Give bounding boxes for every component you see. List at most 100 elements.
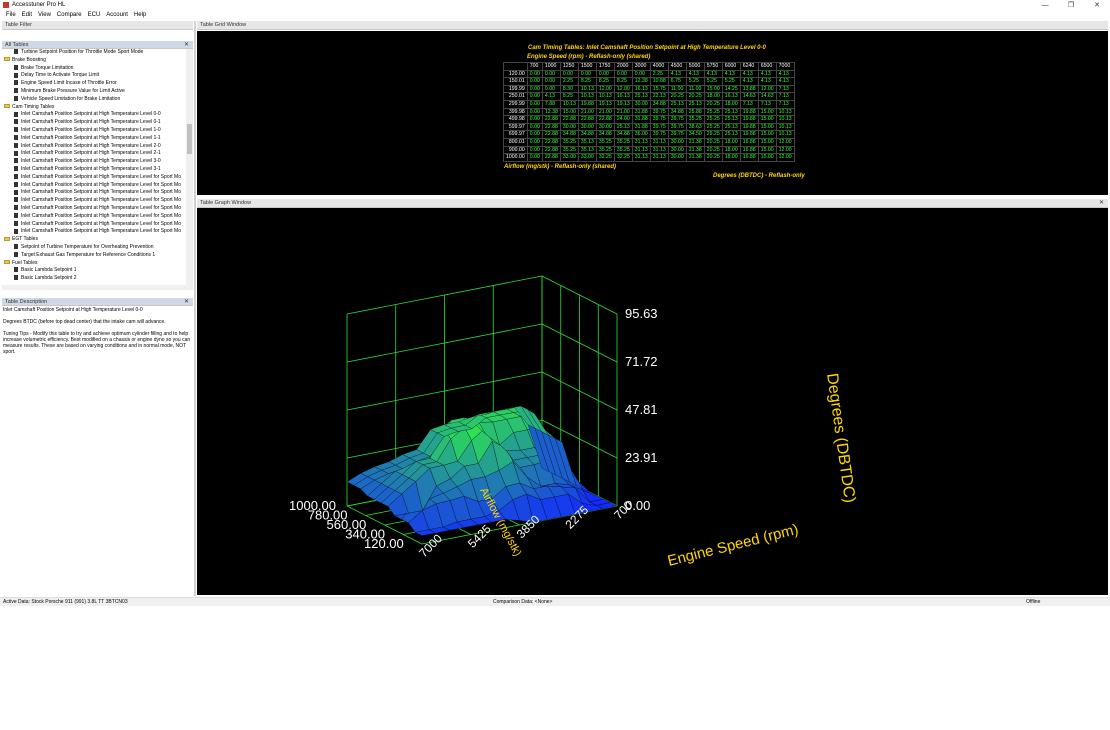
grid-cell[interactable]: 15.75 bbox=[649, 84, 669, 94]
tree-item[interactable]: Inlet Camshaft Position Setpoint at High… bbox=[2, 182, 193, 190]
tree-item[interactable]: Minimum Brake Pressure Value for Limit A… bbox=[2, 88, 193, 96]
grid-cell[interactable]: 13.88 bbox=[739, 84, 759, 94]
tree-item[interactable]: Inlet Camshaft Position Setpoint at High… bbox=[2, 111, 193, 119]
grid-cell[interactable]: 0.00 bbox=[526, 77, 543, 86]
grid-cell[interactable]: 35.25 bbox=[559, 145, 579, 155]
grid-cell[interactable]: 0.00 bbox=[577, 69, 597, 79]
menu-compare[interactable]: Compare bbox=[54, 11, 85, 20]
grid-cell[interactable]: 24.00 bbox=[613, 115, 633, 124]
grid-cell[interactable]: 4.13 bbox=[703, 69, 723, 79]
grid-cell[interactable]: 4.13 bbox=[775, 77, 795, 86]
vertical-splitter[interactable] bbox=[194, 21, 196, 596]
grid-cell[interactable]: 2.25 bbox=[649, 69, 669, 79]
grid-cell[interactable]: 12.00 bbox=[775, 137, 795, 147]
tree-scroll-thumb[interactable] bbox=[187, 124, 192, 154]
grid-cell[interactable]: 12.00 bbox=[775, 153, 795, 162]
grid-cell[interactable]: 25.13 bbox=[631, 92, 651, 101]
tree-horizontal-scrollbar[interactable] bbox=[2, 285, 193, 290]
close-icon[interactable]: ✕ bbox=[184, 41, 189, 49]
grid-cell[interactable]: 19.88 bbox=[739, 122, 759, 132]
tree-item[interactable]: Inlet Camshaft Position Setpoint at High… bbox=[2, 221, 193, 229]
grid-cell[interactable]: 18.00 bbox=[721, 99, 741, 109]
grid-cell[interactable]: 14.63 bbox=[757, 92, 777, 101]
grid-cell[interactable]: 10.13 bbox=[595, 92, 615, 101]
grid-cell[interactable]: 31.13 bbox=[649, 145, 669, 155]
tree-item[interactable]: Inlet Camshaft Position Setpoint at High… bbox=[2, 150, 193, 158]
grid-cell[interactable]: 10.13 bbox=[577, 92, 597, 101]
grid-cell[interactable]: 12.00 bbox=[613, 84, 633, 94]
grid-cell[interactable]: 0.00 bbox=[541, 84, 561, 94]
grid-cell[interactable]: 8.25 bbox=[559, 92, 579, 101]
grid-cell[interactable]: 20.25 bbox=[703, 99, 723, 109]
grid-cell[interactable]: 39.75 bbox=[649, 115, 669, 124]
grid-cell[interactable]: 0.00 bbox=[526, 145, 543, 155]
grid-cell[interactable]: 16.88 bbox=[739, 153, 759, 162]
grid-cell[interactable]: 11.00 bbox=[685, 84, 705, 94]
grid-cell[interactable]: 35.25 bbox=[559, 137, 579, 147]
grid-cell[interactable]: 25.13 bbox=[685, 99, 705, 109]
grid-cell[interactable]: 0.00 bbox=[526, 107, 543, 117]
grid-cell[interactable]: 15.00 bbox=[703, 84, 723, 94]
grid-cell[interactable]: 0.00 bbox=[526, 130, 543, 139]
grid-cell[interactable]: 34.50 bbox=[685, 130, 705, 139]
menu-account[interactable]: Account bbox=[103, 11, 131, 20]
grid-cell[interactable]: 5.25 bbox=[685, 77, 705, 86]
grid-cell[interactable]: 25.25 bbox=[703, 107, 723, 117]
grid-cell[interactable]: 21.00 bbox=[613, 107, 633, 117]
grid-cell[interactable]: 19.13 bbox=[613, 99, 633, 109]
grid-cell[interactable]: 0.00 bbox=[526, 69, 543, 79]
grid-cell[interactable]: 4.13 bbox=[667, 69, 687, 79]
grid-cell[interactable]: 14.25 bbox=[721, 84, 741, 94]
grid-cell[interactable]: 39.75 bbox=[649, 122, 669, 132]
grid-cell[interactable]: 8.25 bbox=[595, 77, 615, 86]
grid-cell[interactable]: 0.00 bbox=[541, 77, 561, 86]
grid-cell[interactable]: 22.88 bbox=[559, 115, 579, 124]
grid-cell[interactable]: 22.88 bbox=[595, 115, 615, 124]
grid-cell[interactable]: 16.88 bbox=[739, 145, 759, 155]
grid-cell[interactable]: 15.00 bbox=[757, 137, 777, 147]
grid-cell[interactable]: 30.00 bbox=[595, 122, 615, 132]
grid-cell[interactable]: 18.00 bbox=[721, 153, 741, 162]
grid-cell[interactable]: 15.00 bbox=[559, 107, 579, 117]
grid-cell[interactable]: 0.00 bbox=[595, 69, 615, 79]
grid-cell[interactable]: 20.25 bbox=[667, 92, 687, 101]
grid-cell[interactable]: 5.25 bbox=[721, 77, 741, 86]
grid-cell[interactable]: 15.00 bbox=[757, 145, 777, 155]
tree-item[interactable]: Inlet Camshaft Position Setpoint at High… bbox=[2, 228, 193, 236]
grid-cell[interactable]: 25.25 bbox=[703, 122, 723, 132]
grid-cell[interactable]: 22.13 bbox=[649, 92, 669, 101]
grid-cell[interactable]: 12.38 bbox=[631, 77, 651, 86]
grid-cell[interactable]: 0.00 bbox=[526, 92, 543, 101]
grid-cell[interactable]: 30.00 bbox=[577, 122, 597, 132]
grid-cell[interactable]: 19.88 bbox=[739, 130, 759, 139]
grid-cell[interactable]: 31.13 bbox=[649, 137, 669, 147]
grid-cell[interactable]: 20.25 bbox=[703, 153, 723, 162]
grid-cell[interactable]: 35.25 bbox=[613, 145, 633, 155]
grid-cell[interactable]: 39.75 bbox=[667, 115, 687, 124]
grid-cell[interactable]: 7.13 bbox=[775, 92, 795, 101]
grid-cell[interactable]: 31.88 bbox=[631, 115, 651, 124]
grid-cell[interactable]: 4.13 bbox=[739, 69, 759, 79]
grid-cell[interactable]: 7.13 bbox=[775, 99, 795, 109]
tree-item[interactable]: Brake Torque Limitation bbox=[2, 65, 193, 73]
grid-cell[interactable]: 12.00 bbox=[595, 84, 615, 94]
grid-cell[interactable]: 10.13 bbox=[577, 84, 597, 94]
grid-cell[interactable]: 34.88 bbox=[667, 107, 687, 117]
grid-cell[interactable]: 22.88 bbox=[541, 122, 561, 132]
menu-help[interactable]: Help bbox=[131, 11, 149, 20]
grid-cell[interactable]: 4.13 bbox=[739, 77, 759, 86]
tree-item[interactable]: Setpoint of Turbine Temperature for Over… bbox=[2, 244, 193, 252]
grid-cell[interactable]: 21.38 bbox=[685, 153, 705, 162]
grid-cell[interactable]: 25.13 bbox=[721, 107, 741, 117]
grid-cell[interactable]: 25.13 bbox=[613, 122, 633, 132]
tree-item[interactable]: Vehicle Speed Limitation for Brake Limit… bbox=[2, 96, 193, 104]
grid-cell[interactable]: 33.00 bbox=[577, 153, 597, 162]
grid-cell[interactable]: 4.13 bbox=[685, 69, 705, 79]
grid-cell[interactable]: 25.88 bbox=[685, 107, 705, 117]
grid-cell[interactable]: 25.25 bbox=[703, 115, 723, 124]
menu-edit[interactable]: Edit bbox=[19, 11, 35, 20]
grid-cell[interactable]: 19.88 bbox=[739, 107, 759, 117]
grid-cell[interactable]: 16.13 bbox=[613, 92, 633, 101]
menu-file[interactable]: File bbox=[3, 11, 19, 20]
grid-cell[interactable]: 32.25 bbox=[613, 153, 633, 162]
